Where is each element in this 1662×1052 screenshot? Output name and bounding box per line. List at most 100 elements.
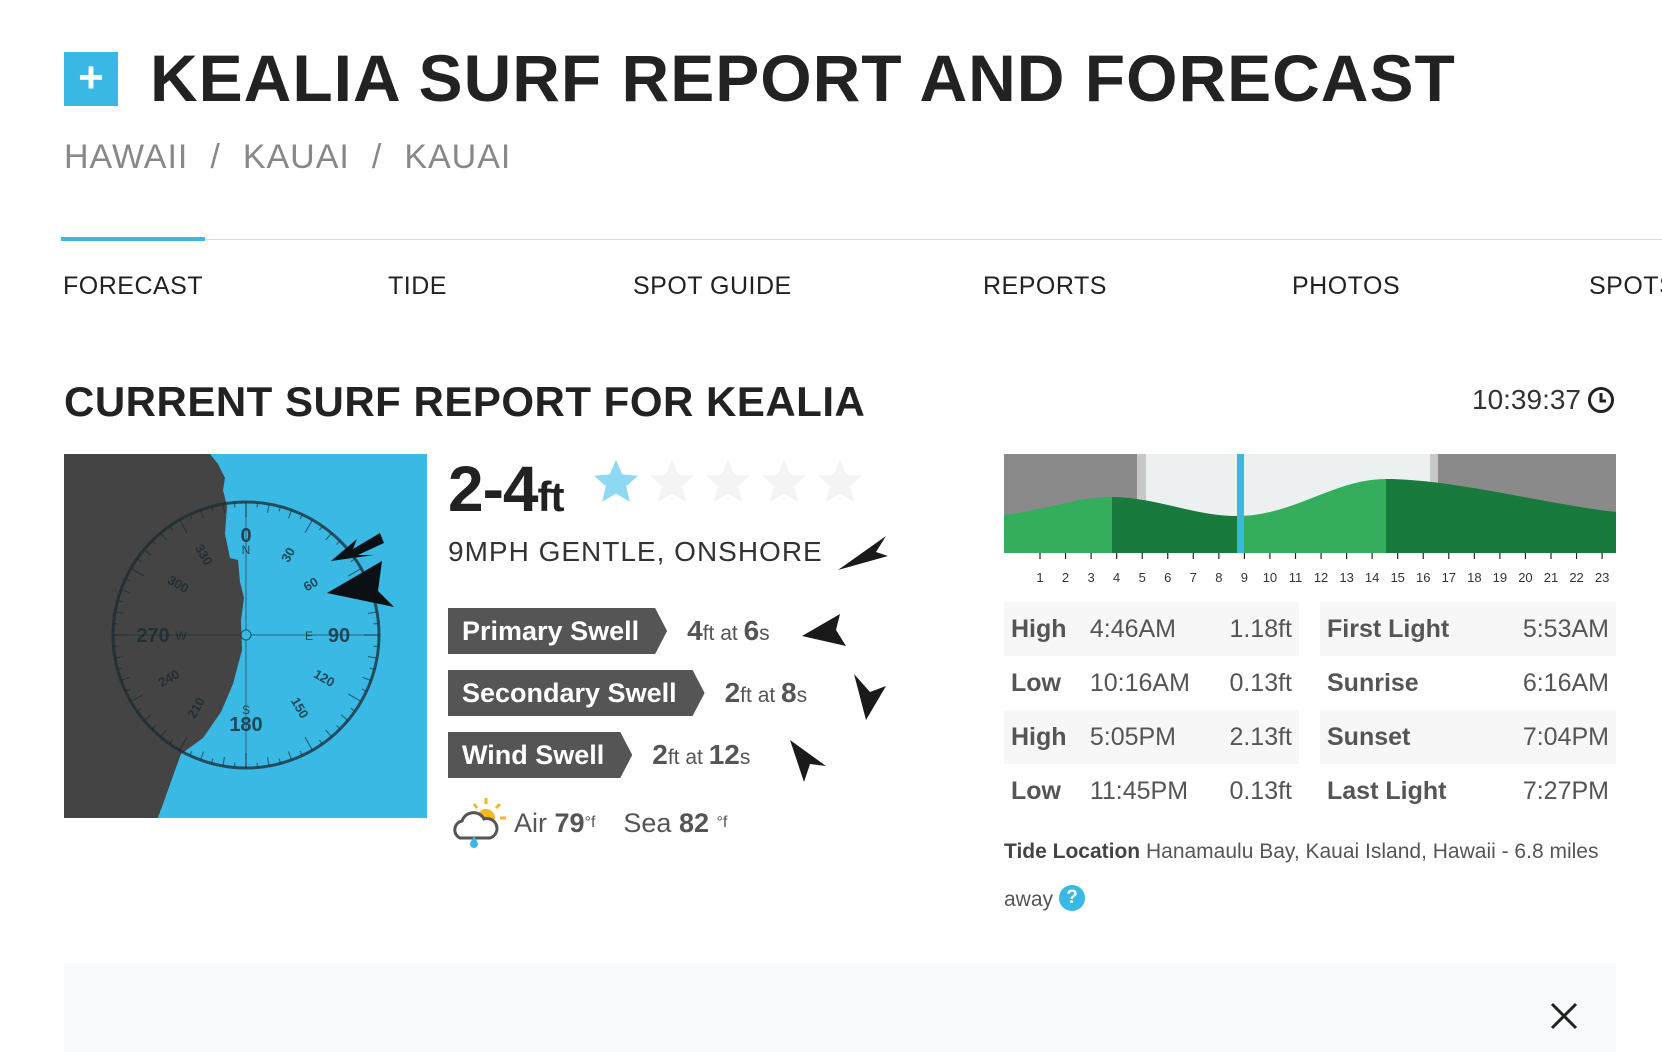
tide-type: High <box>1011 722 1067 751</box>
tide-hour-label: 4 <box>1113 570 1120 584</box>
time-text: 10:39:37 <box>1472 384 1581 415</box>
section-heading: CURRENT SURF REPORT FOR KEALIA <box>64 378 866 425</box>
compass-letter-e: E <box>305 629 313 643</box>
nav-divider <box>61 239 1662 240</box>
table-row: Sunset 7:04PM <box>1320 710 1616 764</box>
compass-map: 0 N 90 E 180 S 270 W 30 60 120 150 210 2… <box>64 454 427 818</box>
tide-hour-label: 16 <box>1416 570 1430 584</box>
secondary-swell-value: 2ft at 8s <box>724 677 808 708</box>
air-unit: °f <box>584 814 596 831</box>
tide-hour-label: 13 <box>1339 570 1353 584</box>
tide-type: Low <box>1011 776 1061 805</box>
wave-height: 2-4ft <box>448 452 565 526</box>
table-row: Last Light 7:27PM <box>1320 764 1616 818</box>
secondary-swell-row: Secondary Swell 2ft at 8s <box>448 670 807 716</box>
tide-hour-label: 2 <box>1062 570 1069 584</box>
table-row: Low 11:45PM 0.13ft <box>1004 764 1299 818</box>
tide-hour-label: 10 <box>1263 570 1277 584</box>
tide-hour-label: 17 <box>1442 570 1456 584</box>
active-tab-indicator <box>61 237 205 241</box>
air-temp: 79 <box>554 807 585 838</box>
wave-height-value: 2-4 <box>448 453 538 525</box>
table-row: Low 10:16AM 0.13ft <box>1004 656 1299 710</box>
tide-location: Tide Location Hanamaulu Bay, Kauai Islan… <box>1004 828 1616 924</box>
tide-height: 0.13ft <box>1229 668 1292 697</box>
help-icon[interactable]: ? <box>1059 885 1086 911</box>
cloud-sun-rain-icon <box>453 798 506 848</box>
sun-event: Sunset <box>1327 722 1411 751</box>
primary-swell-value: 4ft at 6s <box>687 615 770 646</box>
tide-hour-label: 3 <box>1087 570 1094 584</box>
table-row: High 4:46AM 1.18ft <box>1004 602 1299 656</box>
tide-height: 1.18ft <box>1229 614 1292 643</box>
wind-conditions: 9MPH GENTLE, ONSHORE <box>448 536 823 567</box>
star-filled-icon <box>594 460 638 502</box>
table-row: First Light 5:53AM <box>1320 602 1616 656</box>
star-empty-icon <box>706 460 750 502</box>
tide-hour-label: 8 <box>1215 570 1222 584</box>
tide-hour-label: 19 <box>1493 570 1507 584</box>
current-time-marker <box>1237 454 1244 553</box>
tide-hour-label: 21 <box>1544 570 1558 584</box>
tide-hour-label: 15 <box>1390 570 1404 584</box>
compass-letter-s: S <box>242 703 250 717</box>
weather: Air 79 °f Sea 82 °f <box>448 796 727 850</box>
tide-hour-label: 5 <box>1139 570 1146 584</box>
tide-time: 11:45PM <box>1089 776 1189 805</box>
tide-hour-label: 12 <box>1314 570 1328 584</box>
sun-event: Last Light <box>1327 776 1447 805</box>
close-icon[interactable] <box>1546 998 1582 1034</box>
tide-table: High 4:46AM 1.18ft Low 10:16AM 0.13ft High 5:05… <box>1004 602 1299 818</box>
breadcrumb-kauai[interactable]: KAUAI <box>243 138 350 176</box>
sun-table: First Light 5:53AM Sunrise 6:16AM Sunset 7:04… <box>1320 602 1616 818</box>
compass-label-90: 90 <box>328 625 350 647</box>
secondary-swell-direction-icon <box>854 674 886 720</box>
breadcrumb-kauai-2[interactable]: KAUAI <box>404 138 511 176</box>
tide-hour-label: 6 <box>1164 570 1171 584</box>
wind-direction-arrow-icon <box>838 536 888 570</box>
wind-swell-badge: Wind Swell <box>448 732 632 778</box>
tab-spot-guide[interactable]: SPOT GUIDE <box>633 272 792 301</box>
tab-spots[interactable]: SPOTS <box>1589 272 1662 301</box>
primary-swell-direction-icon <box>802 614 846 646</box>
air-label: Air <box>514 807 547 838</box>
sun-event: Sunrise <box>1327 668 1419 697</box>
sun-event: First Light <box>1327 614 1450 643</box>
breadcrumb-separator: / <box>371 138 383 176</box>
logo-plus-icon[interactable]: + <box>64 52 118 106</box>
tide-hour-label: 22 <box>1569 570 1583 584</box>
sea-temp: 82 <box>678 807 710 838</box>
star-empty-icon <box>818 460 862 502</box>
clock-icon <box>1588 387 1614 413</box>
tab-tide[interactable]: TIDE <box>388 272 447 301</box>
compass-label-270: 270 <box>136 625 169 647</box>
sea-label: Sea <box>623 807 672 838</box>
tide-height: 0.13ft <box>1229 776 1292 805</box>
tide-type: High <box>1011 614 1067 643</box>
sun-time: 7:04PM <box>1522 722 1609 751</box>
table-row: High 5:05PM 2.13ft <box>1004 710 1299 764</box>
wave-height-unit: ft <box>537 473 565 520</box>
breadcrumb-hawaii[interactable]: HAWAII <box>64 138 188 176</box>
tide-hour-label: 14 <box>1365 570 1379 584</box>
tab-photos[interactable]: PHOTOS <box>1292 272 1400 301</box>
page-title: KEALIA SURF REPORT AND FORECAST <box>150 41 1456 115</box>
bottom-banner <box>64 963 1616 1052</box>
star-empty-icon <box>650 460 694 502</box>
tab-forecast[interactable]: FORECAST <box>63 272 203 301</box>
sun-time: 7:27PM <box>1522 776 1609 805</box>
tide-hour-label: 11 <box>1289 570 1303 584</box>
tide-height: 2.13ft <box>1229 722 1292 751</box>
tide-time: 10:16AM <box>1089 668 1190 697</box>
star-empty-icon <box>762 460 806 502</box>
tab-reports[interactable]: REPORTS <box>983 272 1107 301</box>
sea-unit: °f <box>716 814 728 831</box>
wind-swell-value: 2ft at 12s <box>652 739 751 770</box>
wind-swell-row: Wind Swell 2ft at 12s <box>448 732 750 778</box>
compass-letter-w: W <box>175 629 187 643</box>
compass-letter-n: N <box>242 543 251 557</box>
rating-stars <box>592 458 864 506</box>
sun-time: 6:16AM <box>1522 668 1609 697</box>
tide-location-label: Tide Location <box>1004 840 1141 863</box>
tide-time: 4:46AM <box>1089 614 1177 643</box>
